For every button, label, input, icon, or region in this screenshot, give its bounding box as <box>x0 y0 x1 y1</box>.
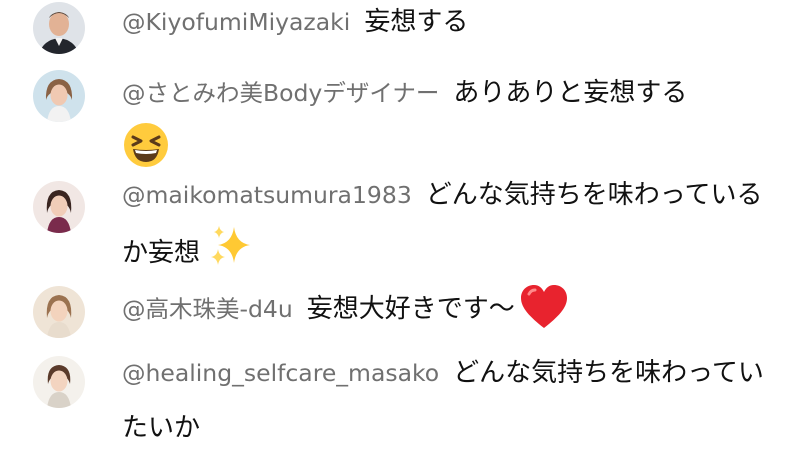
avatar[interactable] <box>33 2 85 54</box>
comment-body: @maikomatsumura1983 どんな気持ちを味わっているか妄想 <box>122 168 782 281</box>
comment-text: 妄想する <box>364 7 469 37</box>
comment-username[interactable]: @maikomatsumura1983 <box>122 181 412 209</box>
comment-username[interactable]: @healing_selfcare_masako <box>122 359 439 387</box>
avatar[interactable] <box>33 70 85 122</box>
comment-body: @高木珠美-d4u 妄想大好きです〜 <box>122 282 782 337</box>
comment-username[interactable]: @さとみわ美Bodyデザイナー <box>122 79 439 107</box>
comment-text: 妄想大好きです〜 <box>306 294 515 324</box>
comment-username[interactable]: @KiyofumiMiyazaki <box>122 8 350 36</box>
grinning-squinting-face-icon <box>124 123 168 167</box>
comment-body: @healing_selfcare_masako どんな気持ちを味わっていたいか <box>122 346 782 456</box>
avatar[interactable] <box>33 286 85 338</box>
comment-username[interactable]: @高木珠美-d4u <box>122 295 293 323</box>
comment-body: @KiyofumiMiyazaki 妄想する <box>122 0 782 50</box>
avatar[interactable] <box>33 356 85 408</box>
comment-text: ありありと妄想する <box>453 78 688 108</box>
sparkles-icon <box>211 226 251 265</box>
red-heart-icon <box>520 285 567 328</box>
comment-body: @さとみわ美Bodyデザイナー ありありと妄想する <box>122 66 782 177</box>
avatar[interactable] <box>33 181 85 233</box>
